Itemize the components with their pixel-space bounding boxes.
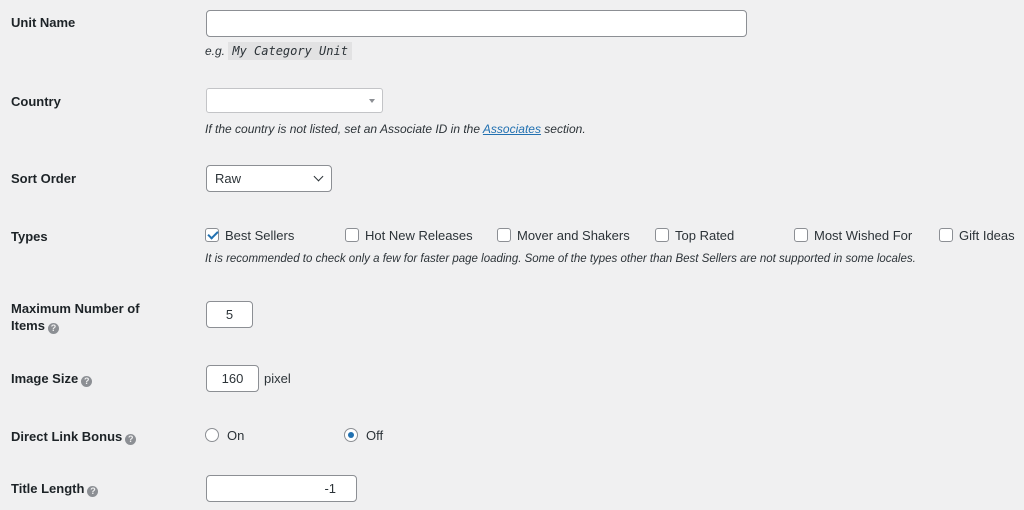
max-items-label-line2: Items — [11, 318, 45, 333]
type-label-hot-new-releases: Hot New Releases — [365, 227, 473, 243]
type-checkbox-best-sellers[interactable]: Best Sellers — [205, 227, 294, 243]
sort-order-select[interactable]: Raw — [206, 165, 332, 192]
direct-link-bonus-label-text: Direct Link Bonus — [11, 429, 123, 444]
radio-checked-icon[interactable] — [344, 428, 358, 442]
max-items-label-line1: Maximum Number of — [11, 301, 140, 316]
types-row: Types Best Sellers Hot New Releases Move… — [0, 227, 1024, 267]
type-label-mover-and-shakers: Mover and Shakers — [517, 227, 630, 243]
title-length-input[interactable] — [206, 475, 357, 502]
country-description: If the country is not listed, set an Ass… — [205, 122, 586, 136]
country-label: Country — [11, 94, 61, 109]
direct-link-bonus-off-radio[interactable]: Off — [344, 427, 383, 443]
sort-order-row: Sort Order Raw — [0, 0, 1024, 192]
types-description: It is recommended to check only a few fo… — [205, 253, 916, 265]
unit-name-example: e.g. My Category Unit — [205, 42, 352, 60]
unit-settings-form: Unit Name e.g. My Category Unit Country … — [0, 0, 1024, 510]
types-label: Types — [11, 229, 48, 244]
title-length-label: Title Length? — [11, 480, 99, 497]
max-items-label: Maximum Number of Items? — [11, 300, 140, 334]
example-prefix: e.g. — [205, 44, 226, 58]
type-checkbox-most-wished-for[interactable]: Most Wished For — [794, 227, 912, 243]
help-icon[interactable]: ? — [125, 434, 137, 445]
country-desc-after: section. — [544, 122, 586, 136]
country-selected-value — [207, 93, 215, 108]
type-checkbox-mover-and-shakers[interactable]: Mover and Shakers — [497, 227, 630, 243]
sort-order-label: Sort Order — [11, 171, 77, 186]
radio-label-off: Off — [366, 427, 384, 443]
help-icon[interactable]: ? — [47, 323, 59, 334]
type-label-best-sellers: Best Sellers — [225, 227, 295, 243]
image-size-unit: pixel — [264, 371, 291, 386]
associates-link[interactable]: Associates — [483, 122, 541, 136]
type-checkbox-gift-ideas[interactable]: Gift Ideas — [939, 227, 1015, 243]
help-icon[interactable]: ? — [81, 376, 93, 387]
type-label-most-wished-for: Most Wished For — [814, 227, 913, 243]
help-icon[interactable]: ? — [87, 486, 99, 497]
dropdown-arrow-icon — [369, 99, 375, 103]
chevron-down-icon — [313, 171, 324, 182]
radio-label-on: On — [227, 427, 245, 443]
image-size-label: Image Size? — [11, 370, 93, 387]
example-code: My Category Unit — [228, 42, 352, 60]
sort-order-selected: Raw — [215, 171, 242, 186]
checkbox-icon[interactable] — [655, 228, 669, 242]
image-size-label-text: Image Size — [11, 371, 79, 386]
checkbox-icon[interactable] — [939, 228, 953, 242]
country-select[interactable] — [206, 88, 383, 113]
country-desc-before: If the country is not listed, set an Ass… — [205, 122, 481, 136]
type-label-gift-ideas: Gift Ideas — [959, 227, 1015, 243]
direct-link-bonus-on-radio[interactable]: On — [205, 427, 244, 443]
type-checkbox-hot-new-releases[interactable]: Hot New Releases — [345, 227, 473, 243]
title-length-label-text: Title Length — [11, 481, 85, 496]
checkbox-icon[interactable] — [794, 228, 808, 242]
type-label-top-rated: Top Rated — [675, 227, 735, 243]
image-size-input[interactable] — [206, 365, 259, 392]
checkbox-checked-icon[interactable] — [205, 228, 219, 242]
max-items-input[interactable] — [206, 301, 253, 328]
radio-unchecked-icon[interactable] — [205, 428, 219, 442]
checkbox-icon[interactable] — [497, 228, 511, 242]
type-checkbox-top-rated[interactable]: Top Rated — [655, 227, 734, 243]
checkbox-icon[interactable] — [345, 228, 359, 242]
direct-link-bonus-label: Direct Link Bonus? — [11, 428, 137, 445]
